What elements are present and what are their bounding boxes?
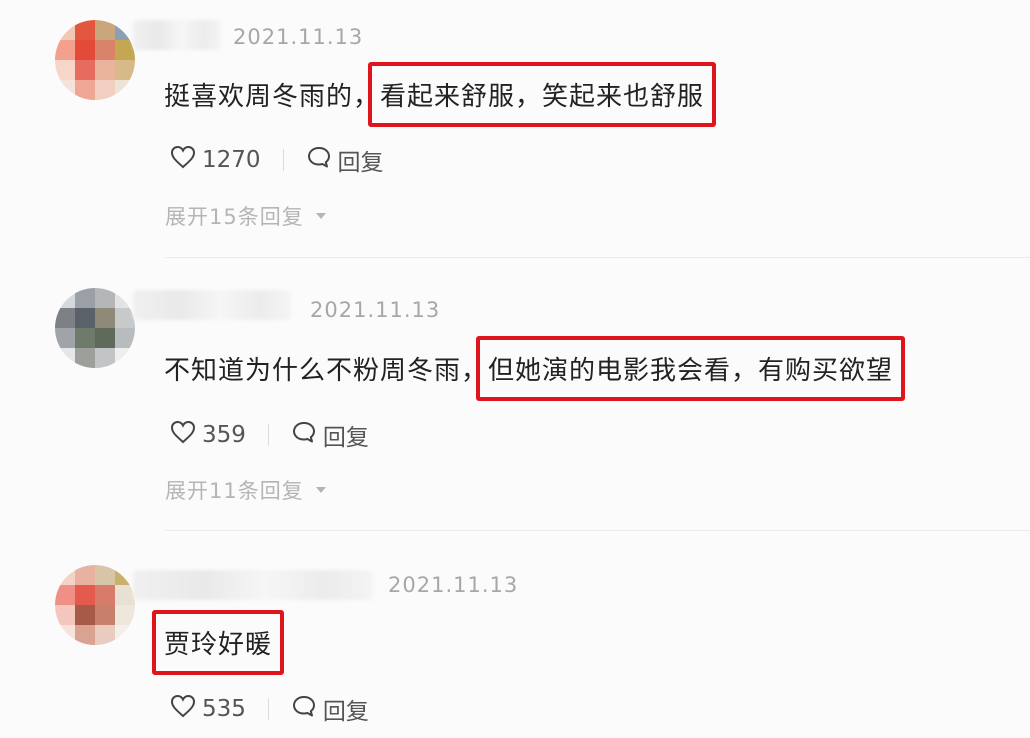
like-count: 535: [202, 696, 246, 722]
expand-replies-button[interactable]: 展开11条回复: [165, 475, 326, 505]
speech-bubble-icon: [306, 145, 332, 175]
expand-replies-label: 展开15条回复: [165, 205, 304, 229]
comment-text: 挺喜欢周冬雨的，看起来舒服，笑起来也舒服: [164, 62, 717, 127]
highlighted-text: 但她演的电影我会看，有购买欲望: [476, 336, 906, 401]
highlighted-text: 贾玲好暖: [151, 610, 285, 675]
avatar[interactable]: [55, 565, 135, 645]
speech-bubble-icon: [291, 694, 317, 724]
comment-date: 2021.11.13: [310, 298, 441, 322]
highlighted-text: 看起来舒服，笑起来也舒服: [368, 62, 717, 127]
speech-bubble-icon: [291, 420, 317, 450]
username-blurred[interactable]: [133, 290, 291, 320]
action-separator: [267, 424, 269, 446]
username-blurred[interactable]: [133, 570, 373, 600]
heart-outline-icon: [170, 145, 196, 175]
like-button[interactable]: 359: [170, 420, 246, 450]
comment-actions: 535 回复: [170, 692, 369, 726]
expand-replies-label: 展开11条回复: [165, 479, 304, 503]
comment-actions: 1270 回复: [170, 143, 384, 177]
comment-text: 不知道为什么不粉周冬雨，但她演的电影我会看，有购买欲望: [164, 336, 906, 401]
comment-text: 贾玲好暖: [151, 610, 285, 675]
like-count: 1270: [202, 147, 261, 173]
comment-text-plain: 不知道为什么不粉周冬雨，: [164, 356, 489, 386]
reply-button[interactable]: 回复: [306, 143, 384, 177]
like-count: 359: [202, 422, 246, 448]
comment-date: 2021.11.13: [233, 25, 364, 49]
action-separator: [282, 149, 284, 171]
username-blurred[interactable]: [133, 20, 221, 50]
caret-down-icon: [315, 487, 326, 493]
comment-divider: [165, 257, 1030, 258]
like-button[interactable]: 1270: [170, 145, 261, 175]
comment-divider: [165, 530, 1030, 531]
reply-button[interactable]: 回复: [291, 418, 369, 452]
caret-down-icon: [315, 213, 326, 219]
reply-label: 回复: [322, 425, 369, 451]
heart-outline-icon: [170, 694, 196, 724]
reply-label: 回复: [337, 150, 384, 176]
comment-actions: 359 回复: [170, 418, 369, 452]
avatar[interactable]: [55, 20, 135, 100]
comment-date: 2021.11.13: [388, 573, 519, 597]
expand-replies-button[interactable]: 展开15条回复: [165, 201, 326, 231]
like-button[interactable]: 535: [170, 694, 246, 724]
comment-text-plain: 挺喜欢周冬雨的，: [164, 82, 381, 112]
heart-outline-icon: [170, 420, 196, 450]
action-separator: [267, 698, 269, 720]
avatar[interactable]: [55, 288, 135, 368]
reply-button[interactable]: 回复: [291, 692, 369, 726]
reply-label: 回复: [322, 699, 369, 725]
